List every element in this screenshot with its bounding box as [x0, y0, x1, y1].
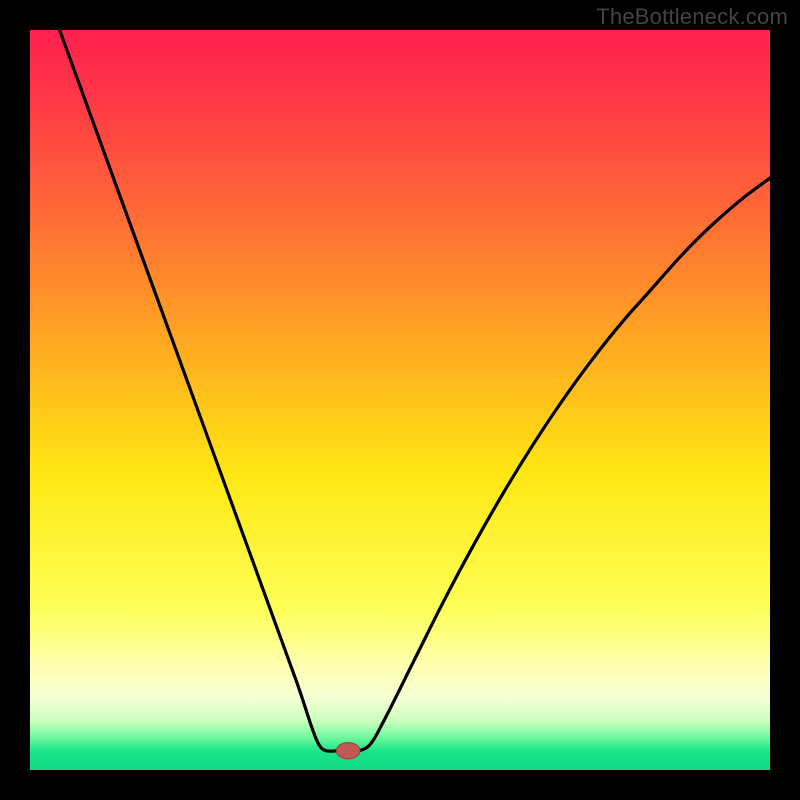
optimum-marker: [336, 743, 360, 759]
chart-frame: TheBottleneck.com: [0, 0, 800, 800]
plot-area: [30, 30, 770, 770]
gradient-background: [30, 30, 770, 770]
chart-svg: [30, 30, 770, 770]
watermark-text: TheBottleneck.com: [596, 4, 788, 30]
